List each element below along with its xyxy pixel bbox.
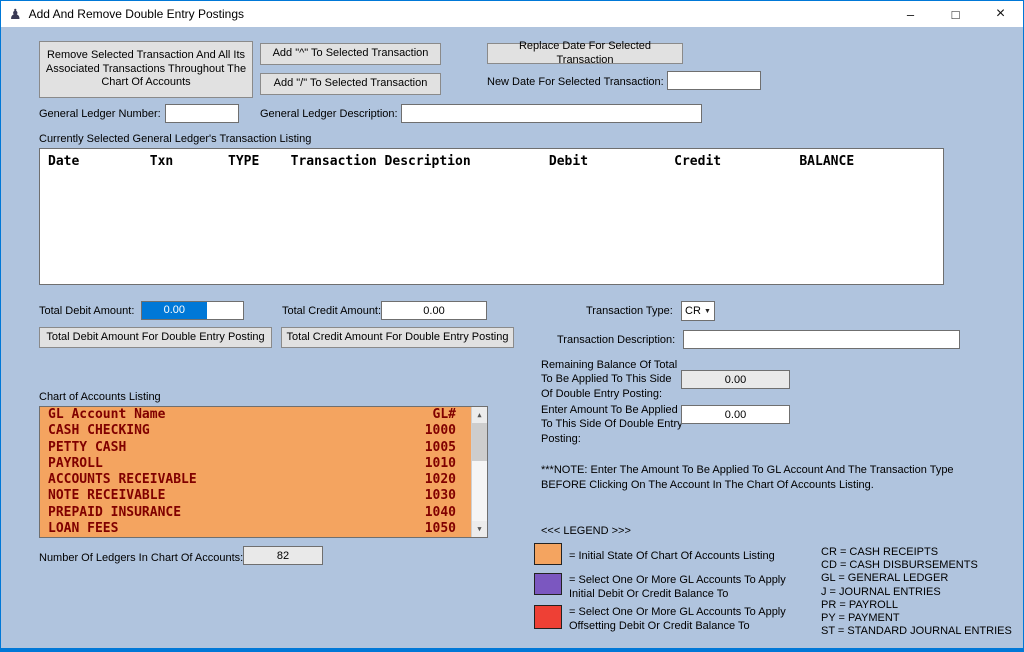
gl-number-label: General Ledger Number: [39,108,161,120]
window-title: Add And Remove Double Entry Postings [28,7,245,21]
transaction-description-input[interactable] [683,330,960,349]
new-date-label: New Date For Selected Transaction: [487,76,664,88]
scrollbar-thumb[interactable] [472,423,487,461]
app-icon: ♟ [9,6,22,22]
add-caret-button[interactable]: Add "^" To Selected Transaction [260,43,441,65]
coa-account-name: PAYROLL [48,455,103,471]
coa-account-name: PREPAID INSURANCE [48,504,182,520]
coa-account-name: NOTE RECEIVABLE [48,488,166,504]
legend-swatch-initial [534,543,562,565]
legend-abbreviation: GL = GENERAL LEDGER [821,572,949,585]
coa-row[interactable]: CASH CHECKING 1000 [40,423,470,439]
coa-row[interactable]: LOAN FEES 1050 [40,521,470,537]
legend-swatch-initial-select [534,573,562,595]
note-text: ***NOTE: Enter The Amount To Be Applied … [541,464,954,491]
coa-row[interactable]: NOTE RECEIVABLE 1030 [40,488,470,504]
window-controls: – □ × [888,1,1023,27]
total-credit-label: Total Credit Amount: [282,305,382,317]
add-slash-button[interactable]: Add "/" To Selected Transaction [260,73,441,95]
remaining-balance-input [681,370,790,389]
coa-account-number: 1020 [424,472,456,488]
transaction-type-select[interactable]: CR ▼ [681,301,715,321]
title-bar: ♟ Add And Remove Double Entry Postings –… [1,1,1023,27]
coa-header-row: GL Account Name GL# [40,407,470,423]
maximize-button[interactable]: □ [933,1,978,27]
close-button[interactable]: × [978,1,1023,27]
legend-label-initial: = Initial State Of Chart Of Accounts Lis… [569,550,775,562]
form-body: Remove Selected Transaction And All Its … [1,27,1023,648]
new-date-input[interactable] [667,71,761,90]
legend-abbreviation: PY = PAYMENT [821,612,900,625]
legend-abbreviation: PR = PAYROLL [821,598,898,611]
app-window: ♟ Add And Remove Double Entry Postings –… [0,0,1024,652]
coa-header-name: GL Account Name [48,407,166,422]
scroll-down-icon[interactable]: ▼ [472,521,487,537]
remaining-balance-label: Remaining Balance Of Total To Be Applied… [541,359,678,400]
gl-number-input[interactable] [165,104,239,123]
coa-row[interactable]: PETTY CASH 1005 [40,440,470,456]
transaction-listing-label: Currently Selected General Ledger's Tran… [39,133,312,145]
coa-account-name: PETTY CASH [48,439,127,455]
coa-scrollbar[interactable]: ▲ ▼ [471,407,487,537]
chevron-down-icon[interactable]: ▼ [701,308,714,315]
scroll-up-icon[interactable]: ▲ [472,407,487,423]
ledger-count-input [243,546,323,565]
chart-of-accounts-listbox[interactable]: GL Account Name GL# CASH CHECKING 1000 P… [39,406,488,538]
chart-of-accounts-label: Chart of Accounts Listing [39,391,161,403]
remove-transaction-button[interactable]: Remove Selected Transaction And All Its … [39,41,253,98]
legend-title: <<< LEGEND >>> [541,525,631,537]
amount-to-apply-label: Enter Amount To Be Applied To This Side … [541,404,683,445]
gl-description-label: General Ledger Description: [260,108,398,120]
total-debit-input[interactable]: 0.00 [141,301,244,320]
total-credit-input[interactable] [381,301,487,320]
transaction-listbox-header: Date Txn TYPE Transaction Description De… [48,154,855,169]
coa-account-number: 1010 [424,455,456,471]
total-debit-label: Total Debit Amount: [39,305,135,317]
total-debit-posting-button[interactable]: Total Debit Amount For Double Entry Post… [39,327,272,348]
coa-account-name: CASH CHECKING [48,423,150,439]
ledger-count-label: Number Of Ledgers In Chart Of Accounts: [39,552,244,564]
legend-label-initial-select: = Select One Or More GL Accounts To Appl… [569,574,786,601]
legend-abbreviations: CR = CASH RECEIPTS CD = CASH DISBURSEMEN… [821,546,1012,638]
coa-account-number: 1030 [424,488,456,504]
legend-abbreviation: J = JOURNAL ENTRIES [821,585,941,598]
coa-row[interactable]: PAYROLL 1010 [40,456,470,472]
coa-account-number: 1050 [424,521,456,537]
legend-abbreviation: CD = CASH DISBURSEMENTS [821,559,978,572]
coa-row[interactable]: ACCOUNTS RECEIVABLE 1020 [40,472,470,488]
legend-swatch-offset-select [534,605,562,629]
total-credit-posting-button[interactable]: Total Credit Amount For Double Entry Pos… [281,327,514,348]
transaction-description-label: Transaction Description: [557,334,676,346]
coa-account-number: 1040 [424,504,456,520]
minimize-button[interactable]: – [888,1,933,27]
coa-header-number: GL# [432,407,456,422]
chart-of-accounts-rows: GL Account Name GL# CASH CHECKING 1000 P… [40,407,470,537]
legend-abbreviation: CR = CASH RECEIPTS [821,546,939,558]
coa-account-name: LOAN FEES [48,521,119,537]
transaction-listbox[interactable]: Date Txn TYPE Transaction Description De… [39,148,944,285]
total-debit-value: 0.00 [142,302,207,319]
legend-abbreviation: ST = STANDARD JOURNAL ENTRIES [821,625,1012,638]
replace-date-button[interactable]: Replace Date For Selected Transaction [487,40,683,66]
transaction-type-value: CR [685,305,701,317]
amount-to-apply-input[interactable] [681,405,790,424]
legend-label-offset-select: = Select One Or More GL Accounts To Appl… [569,606,786,633]
coa-row[interactable]: PREPAID INSURANCE 1040 [40,505,470,521]
coa-account-number: 1005 [424,439,456,455]
gl-description-input[interactable] [401,104,702,123]
coa-account-name: ACCOUNTS RECEIVABLE [48,472,197,488]
coa-account-number: 1000 [424,423,456,439]
transaction-type-label: Transaction Type: [586,305,673,317]
